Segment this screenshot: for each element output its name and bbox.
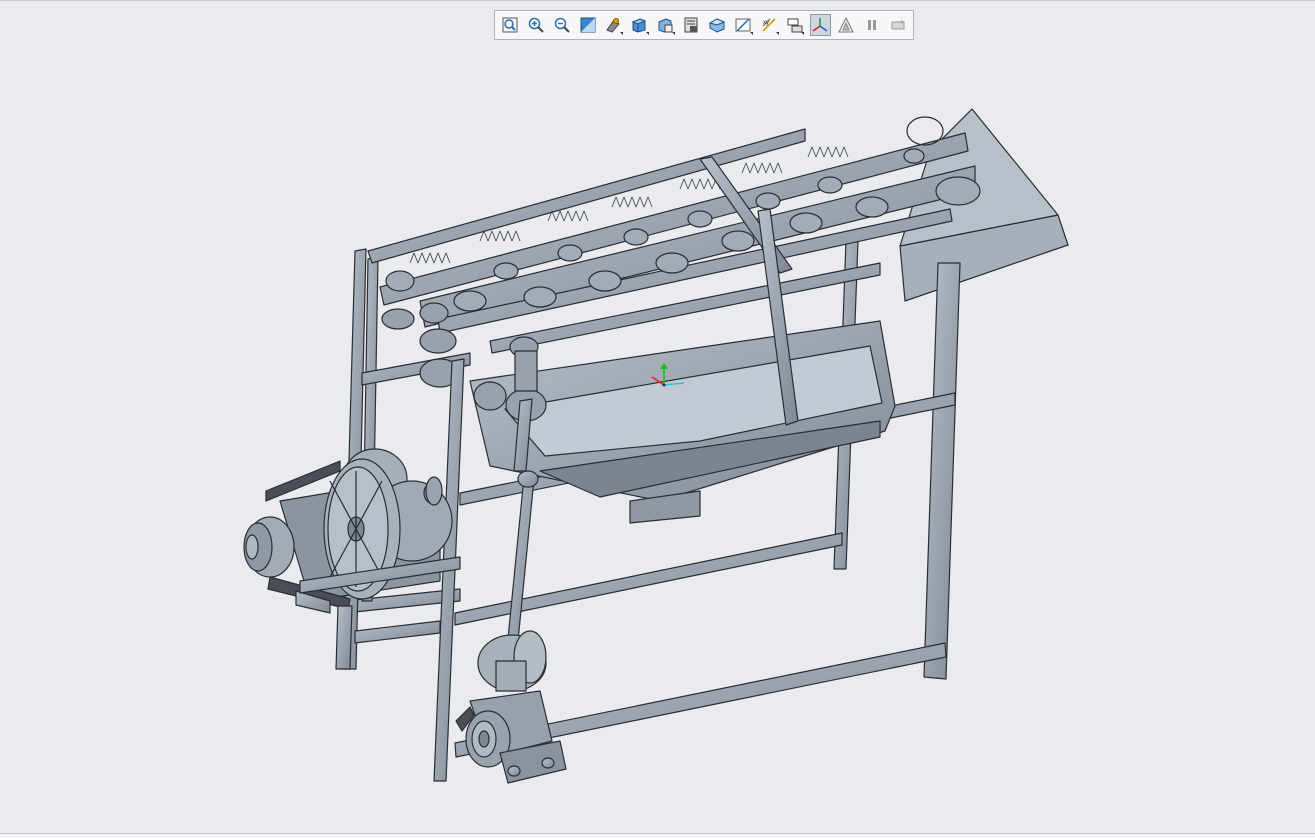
zoom-in-icon xyxy=(528,17,544,33)
perspective-view-button[interactable] xyxy=(706,14,728,36)
regenerate-icon xyxy=(891,20,906,30)
sketch-view-button[interactable] xyxy=(732,14,754,36)
annotation-display-button[interactable] xyxy=(784,14,806,36)
display-style-button[interactable] xyxy=(628,14,650,36)
graphics-toolbar: xy xyxy=(494,10,914,40)
csys-display-button[interactable] xyxy=(809,14,832,36)
repaint-button[interactable] xyxy=(577,14,599,36)
repaint-icon xyxy=(580,17,596,33)
main-pulley-assembly xyxy=(243,448,453,614)
pause-button[interactable] xyxy=(861,14,883,36)
cad-model xyxy=(243,108,1069,784)
saved-views-icon xyxy=(658,18,673,33)
saved-views-button[interactable] xyxy=(654,14,676,36)
sketch-view-icon xyxy=(735,18,751,32)
motor-assembly xyxy=(455,630,567,784)
regenerate-button[interactable] xyxy=(887,14,909,36)
spin-center-button[interactable] xyxy=(603,14,625,36)
csys-display-icon xyxy=(812,18,828,32)
zoom-out-icon xyxy=(554,17,570,33)
pause-icon xyxy=(868,20,877,30)
status-strip xyxy=(0,834,1315,838)
zoom-in-button[interactable] xyxy=(525,14,547,36)
refit-icon xyxy=(502,17,518,33)
refit-button[interactable] xyxy=(499,14,521,36)
point-display-button[interactable] xyxy=(835,14,857,36)
spin-center-icon xyxy=(606,18,621,33)
annotation-display-icon xyxy=(787,18,803,33)
perspective-view-icon xyxy=(708,18,726,33)
svg-text:xy: xy xyxy=(763,20,769,26)
graphics-viewport[interactable] xyxy=(0,1,1315,833)
point-display-icon xyxy=(838,16,855,33)
datum-display-button[interactable]: xy xyxy=(758,14,780,36)
right-rear-leg xyxy=(923,262,961,680)
view-manager-icon xyxy=(684,17,698,33)
display-style-icon xyxy=(631,18,647,33)
zoom-out-button[interactable] xyxy=(551,14,573,36)
view-manager-button[interactable] xyxy=(680,14,702,36)
datum-display-icon: xy xyxy=(762,18,776,32)
